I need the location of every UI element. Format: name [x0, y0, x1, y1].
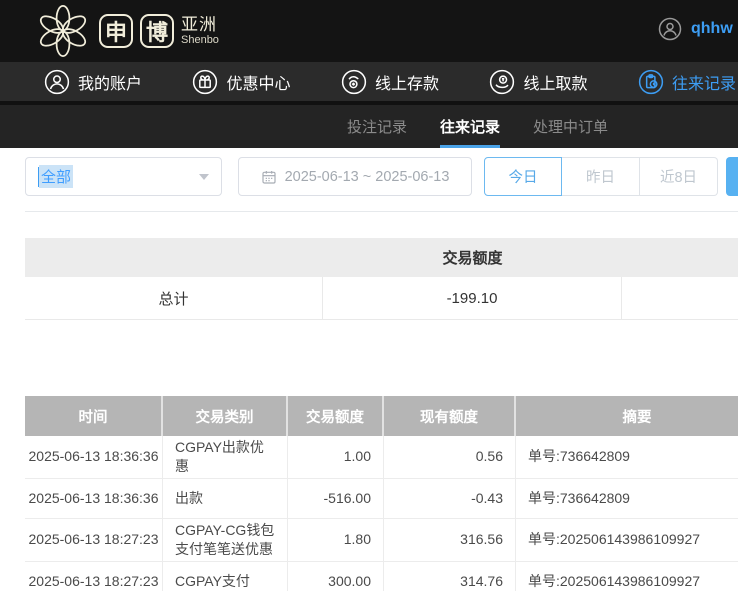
- column-header-memo: 摘要: [516, 396, 738, 436]
- logo-region: 亚洲 Shenbo: [181, 16, 219, 47]
- gift-icon: [192, 69, 218, 95]
- nav-item-promotions[interactable]: 优惠中心: [192, 69, 290, 95]
- calendar-icon: [261, 169, 277, 185]
- user-icon: [44, 69, 70, 95]
- nav-item-my-account[interactable]: 我的账户: [44, 69, 142, 95]
- column-header-type: 交易类别: [163, 396, 288, 436]
- date-range-picker[interactable]: 2025-06-13 ~ 2025-06-13: [238, 157, 472, 196]
- cell-memo: 单号:202506143986109927: [516, 519, 738, 561]
- user-avatar-icon: [658, 17, 682, 41]
- table-row: 2025-06-13 18:36:36 CGPAY出款优惠 1.00 0.56 …: [25, 436, 738, 479]
- user-account-area[interactable]: qhhw: [658, 17, 733, 41]
- cell-memo: 单号:736642809: [516, 479, 738, 518]
- logo-subtitle: Shenbo: [181, 34, 219, 46]
- cell-type: CGPAY出款优惠: [163, 436, 288, 478]
- summary-table: 交易额度 总计 -199.10: [25, 238, 738, 320]
- cell-amount: 300.00: [288, 562, 384, 591]
- cell-memo: 单号:202506143986109927: [516, 562, 738, 591]
- quick-date-buttons: 今日 昨日 近8日: [484, 157, 718, 196]
- main-nav: 我的账户 优惠中心 线上存款: [0, 62, 738, 101]
- today-button[interactable]: 今日: [484, 157, 562, 196]
- nav-label: 线上存款: [375, 70, 439, 94]
- withdraw-icon: [489, 69, 515, 95]
- top-header: 申 博 亚洲 Shenbo qhhw: [0, 0, 738, 62]
- table-row: 2025-06-13 18:36:36 出款 -516.00 -0.43 单号:…: [25, 479, 738, 519]
- column-header-time: 时间: [25, 396, 163, 436]
- tab-pending-orders[interactable]: 处理中订单: [533, 105, 608, 148]
- button-label: 昨日: [586, 166, 615, 187]
- tab-betting-records[interactable]: 投注记录: [347, 105, 407, 148]
- logo-char-shen: 申: [99, 14, 133, 48]
- search-button[interactable]: [726, 157, 738, 196]
- logo-char-bo: 博: [140, 14, 174, 48]
- nav-item-deposit[interactable]: 线上存款: [341, 69, 439, 95]
- cell-balance: 314.76: [384, 562, 516, 591]
- cell-time: 2025-06-13 18:36:36: [25, 436, 163, 478]
- brand-logo[interactable]: 申 博 亚洲 Shenbo: [34, 3, 219, 59]
- cell-balance: 0.56: [384, 436, 516, 478]
- column-header-balance: 现有额度: [384, 396, 516, 436]
- tab-label: 处理中订单: [533, 116, 608, 137]
- transactions-table: 时间 交易类别 交易额度 现有额度 摘要 2025-06-13 18:36:36…: [25, 396, 738, 591]
- summary-total-row: 总计 -199.10: [25, 277, 738, 320]
- nav-label: 优惠中心: [226, 70, 290, 94]
- nav-item-withdraw[interactable]: 线上取款: [489, 69, 587, 95]
- nav-label: 我的账户: [78, 70, 142, 94]
- cell-balance: 316.56: [384, 519, 516, 561]
- button-label: 今日: [509, 166, 538, 187]
- cell-type: 出款: [163, 479, 288, 518]
- summary-empty-cell: [622, 277, 738, 319]
- section-divider: [25, 211, 738, 212]
- cell-memo: 单号:736642809: [516, 436, 738, 478]
- deposit-icon: [341, 69, 367, 95]
- cell-balance: -0.43: [384, 479, 516, 518]
- summary-total-amount: -199.10: [323, 277, 622, 319]
- tab-label: 投注记录: [347, 116, 407, 137]
- active-tab-underline: [440, 145, 500, 148]
- transaction-records-page: 申 博 亚洲 Shenbo qhhw: [0, 0, 738, 591]
- table-header-row: 时间 交易类别 交易额度 现有额度 摘要: [25, 396, 738, 436]
- summary-header-row: 交易额度: [25, 238, 738, 277]
- cell-amount: -516.00: [288, 479, 384, 518]
- logo-region-cn: 亚洲: [181, 16, 219, 35]
- records-icon: [638, 69, 664, 95]
- yesterday-button[interactable]: 昨日: [562, 157, 640, 196]
- cell-type: CGPAY支付: [163, 562, 288, 591]
- username: qhhw: [691, 20, 733, 38]
- select-value: 全部: [39, 165, 73, 188]
- table-row: 2025-06-13 18:27:23 CGPAY-CG钱包支付笔笔送优惠 1.…: [25, 519, 738, 562]
- cell-time: 2025-06-13 18:27:23: [25, 519, 163, 561]
- table-row: 2025-06-13 18:27:23 CGPAY支付 300.00 314.7…: [25, 562, 738, 591]
- summary-header-amount: 交易额度: [323, 247, 622, 268]
- cell-time: 2025-06-13 18:27:23: [25, 562, 163, 591]
- cell-amount: 1.00: [288, 436, 384, 478]
- cell-type: CGPAY-CG钱包支付笔笔送优惠: [163, 519, 288, 561]
- transaction-type-select[interactable]: 全部: [25, 157, 222, 196]
- nav-item-records[interactable]: 往来记录: [638, 69, 736, 95]
- tab-transaction-records[interactable]: 往来记录: [440, 105, 500, 148]
- column-header-amount: 交易额度: [288, 396, 384, 436]
- tab-label: 往来记录: [440, 116, 500, 137]
- last-8-days-button[interactable]: 近8日: [640, 157, 718, 196]
- lotus-flower-icon: [34, 3, 92, 59]
- summary-total-label: 总计: [25, 277, 323, 319]
- chevron-down-icon: [199, 174, 209, 180]
- button-label: 近8日: [660, 166, 697, 187]
- nav-label: 线上取款: [523, 70, 587, 94]
- nav-label: 往来记录: [672, 70, 736, 94]
- cell-amount: 1.80: [288, 519, 384, 561]
- date-range-value: 2025-06-13 ~ 2025-06-13: [285, 169, 450, 185]
- sub-nav: 投注记录 往来记录 处理中订单: [0, 101, 738, 148]
- cell-time: 2025-06-13 18:36:36: [25, 479, 163, 518]
